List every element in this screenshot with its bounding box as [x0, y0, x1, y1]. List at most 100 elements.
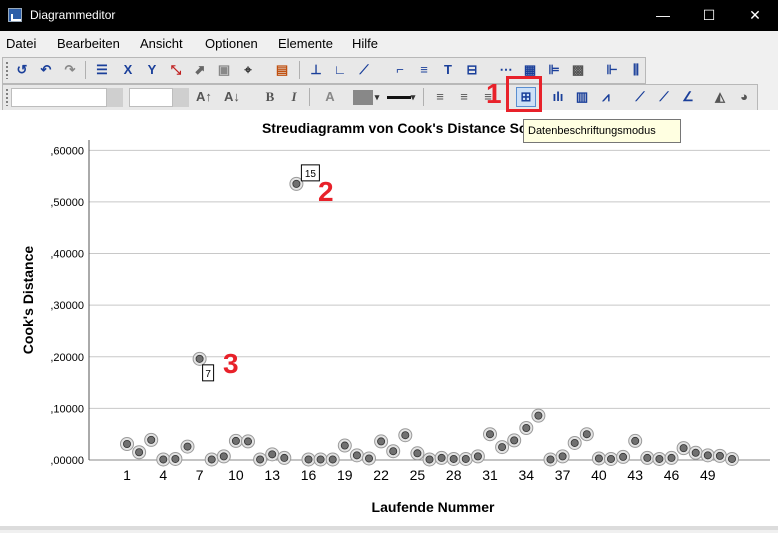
menu-datei[interactable]: Datei: [6, 36, 36, 51]
format-toolbar: A↑ A↓ B I A ▾ ▾ ≡ ≡ ≡ ⊞ ılı ▥ ⩘ ⟋ ⟋ ∠ ◭ …: [2, 84, 758, 111]
data-point-marker: [715, 451, 724, 460]
menu-bar: Datei Bearbeiten Ansicht Optionen Elemen…: [0, 32, 778, 54]
data-label: 7: [205, 369, 211, 380]
resize-icon[interactable]: ⬈: [191, 61, 209, 79]
axis-origin-icon[interactable]: ∟: [331, 61, 349, 79]
font-family-dropdown[interactable]: [107, 88, 123, 107]
align-center-icon[interactable]: ≡: [455, 88, 473, 106]
y-tick-label: ,60000: [50, 145, 84, 157]
increase-font-icon[interactable]: A↑: [195, 88, 213, 106]
data-point-marker: [243, 437, 252, 446]
font-family-field[interactable]: [11, 88, 107, 107]
data-point-marker: [485, 430, 494, 439]
maximize-button[interactable]: ☐: [686, 0, 732, 31]
data-point-marker: [123, 439, 132, 448]
align-left-icon[interactable]: ≡: [431, 88, 449, 106]
data-point-marker: [582, 430, 591, 439]
data-point-marker: [195, 354, 204, 363]
decrease-font-icon[interactable]: A↓: [223, 88, 241, 106]
font-size-field[interactable]: [129, 88, 173, 107]
pie-chart-icon[interactable]: ◕: [735, 88, 753, 106]
minimize-button[interactable]: —: [640, 0, 686, 31]
transpose-icon[interactable]: ⊩: [603, 61, 621, 79]
menu-optionen[interactable]: Optionen: [205, 36, 258, 51]
data-point-marker: [522, 423, 531, 432]
app-icon: [8, 8, 22, 22]
title-bar: Diagrammeditor — ☐ ✕: [0, 0, 778, 31]
y-gridlines-icon[interactable]: ⊫: [545, 61, 563, 79]
text-color-icon[interactable]: A: [321, 88, 339, 106]
toolbar-grip-2[interactable]: [5, 88, 9, 106]
scale-to-data-icon[interactable]: ⤡: [167, 61, 185, 79]
y-tick-label: ,20000: [50, 352, 84, 364]
line-style-dropdown-icon[interactable]: ▾: [409, 88, 417, 106]
legend-icon[interactable]: ▩: [569, 61, 587, 79]
data-point-marker: [619, 452, 628, 461]
menu-hilfe[interactable]: Hilfe: [352, 36, 378, 51]
data-point-marker: [364, 454, 373, 463]
menu-bearbeiten[interactable]: Bearbeiten: [57, 36, 120, 51]
fill-color-icon[interactable]: [353, 90, 373, 105]
fit-line-total-icon[interactable]: ⟋: [631, 88, 649, 106]
data-point-marker: [498, 443, 507, 452]
data-point-marker: [631, 436, 640, 445]
data-point-marker: [437, 453, 446, 462]
status-strip: [0, 526, 778, 530]
interpolation-line-icon[interactable]: ∠: [679, 88, 697, 106]
data-point-marker: [667, 453, 676, 462]
x-tick-label: 25: [410, 467, 426, 483]
line-style-icon[interactable]: [387, 96, 411, 99]
bar-chart-icon[interactable]: ⫼: [627, 61, 645, 79]
chart-toolbar: ↺ ↶ ↷ ☰ X Y ⤡ ⬈ ▣ ⌖ ▤ ⊥ ∟ ⟋ ⌐ ≡ T ⊟ ⋯ ▦ …: [2, 57, 646, 84]
axis-icon[interactable]: ⊥: [307, 61, 325, 79]
data-point-marker: [425, 455, 434, 464]
x-tick-label: 37: [555, 467, 571, 483]
toolbar-grip[interactable]: [5, 61, 9, 79]
data-point-marker: [607, 454, 616, 463]
x-axis-select-icon[interactable]: X: [119, 61, 137, 79]
properties-icon[interactable]: ☰: [93, 61, 111, 79]
data-point-marker: [389, 447, 398, 456]
data-point-marker: [316, 455, 325, 464]
textbox-icon[interactable]: T: [439, 61, 457, 79]
y-axis-select-icon[interactable]: Y: [143, 61, 161, 79]
annotation-marker-2: 2: [318, 176, 334, 207]
tooltip: Datenbeschriftungsmodus: [523, 119, 681, 143]
redo-back-icon[interactable]: ↶: [37, 61, 55, 79]
font-size-dropdown[interactable]: [173, 88, 189, 107]
bar-data-labels-icon[interactable]: ılı: [549, 88, 567, 106]
data-point-marker: [352, 451, 361, 460]
area-chart-icon[interactable]: ◭: [711, 88, 729, 106]
italic-button[interactable]: I: [285, 88, 303, 106]
menu-elemente[interactable]: Elemente: [278, 36, 333, 51]
line-chart-icon[interactable]: ⩘: [597, 88, 615, 106]
footnote-icon[interactable]: ⊟: [463, 61, 481, 79]
fit-line-subgroup-icon[interactable]: ⟋: [655, 88, 673, 106]
title-icon[interactable]: ⌐: [391, 61, 409, 79]
histogram-icon[interactable]: ▥: [573, 88, 591, 106]
data-point-marker: [268, 450, 277, 459]
menu-ansicht[interactable]: Ansicht: [140, 36, 183, 51]
chart-template-icon[interactable]: ▤: [273, 61, 291, 79]
data-point-marker: [256, 455, 265, 464]
x-tick-label: 22: [373, 467, 389, 483]
y-tick-label: ,50000: [50, 197, 84, 209]
lasso-icon[interactable]: ⌖: [239, 61, 257, 79]
data-point-marker: [304, 455, 313, 464]
x-tick-label: 34: [519, 467, 535, 483]
axis-diagonal-icon[interactable]: ⟋: [355, 61, 373, 79]
redo-icon[interactable]: ↷: [61, 61, 79, 79]
x-tick-label: 1: [123, 467, 131, 483]
y-tick-label: ,30000: [50, 300, 84, 312]
close-button[interactable]: ✕: [732, 0, 778, 31]
y-axis-label[interactable]: Cook's Distance: [20, 246, 36, 355]
x-tick-label: 49: [700, 467, 716, 483]
subtitle-icon[interactable]: ≡: [415, 61, 433, 79]
frame-icon[interactable]: ▣: [215, 61, 233, 79]
chart-canvas[interactable]: Streudiagramm von Cook's Distance Schrit…: [0, 110, 778, 530]
fill-color-dropdown-icon[interactable]: ▾: [373, 88, 381, 106]
bold-button[interactable]: B: [261, 88, 279, 106]
x-axis-label[interactable]: Laufende Nummer: [372, 499, 495, 515]
scatter-chart[interactable]: Streudiagramm von Cook's Distance Schrit…: [0, 110, 778, 530]
undo-icon[interactable]: ↺: [13, 61, 31, 79]
